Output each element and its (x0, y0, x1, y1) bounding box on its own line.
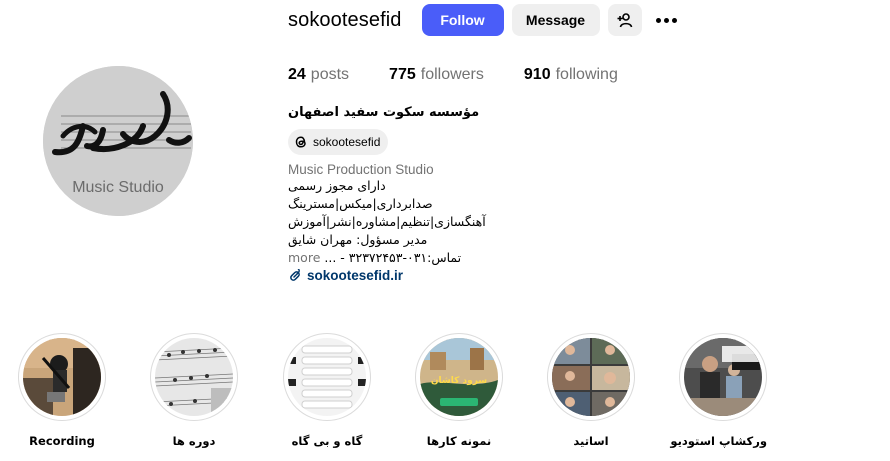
profile-avatar[interactable]: Music Studio (43, 66, 193, 216)
teachers-collage-thumbnail-icon (552, 338, 630, 416)
profile-category: Music Production Studio (288, 162, 434, 177)
album-cover-thumbnail-icon: سرود کاشان (420, 338, 498, 416)
highlight-label: گاه و بی گاه (291, 434, 363, 448)
highlight-ring (18, 333, 106, 421)
more-options-button[interactable] (654, 4, 680, 36)
threads-badge[interactable]: sokootesefid (288, 129, 389, 155)
following-stat[interactable]: 910 following (524, 66, 618, 84)
follow-button[interactable]: Follow (421, 4, 504, 36)
followers-stat[interactable]: 775 followers (389, 66, 484, 84)
following-count: 910 (523, 66, 551, 83)
suggested-users-button[interactable] (607, 4, 642, 36)
profile-username: sokootesefid (288, 8, 402, 31)
posts-stat: 24 posts (288, 66, 349, 84)
album-thumb-title: سرود کاشان (431, 376, 487, 386)
profile-stats: 24 posts 775 followers 910 following (288, 66, 658, 84)
following-label: following (555, 66, 618, 83)
highlight-portfolio[interactable]: سرود کاشان نمونه کارها (415, 333, 503, 448)
external-link[interactable]: sokootesefid.ir (288, 268, 528, 283)
highlight-workshop[interactable]: ورکشاپ استودیو (670, 333, 767, 448)
highlight-occasional[interactable]: گاه و بی گاه (283, 333, 371, 448)
highlight-ring (283, 333, 371, 421)
highlight-ring: سرود کاشان (415, 333, 503, 421)
dot-icon (664, 17, 669, 23)
highlight-ring (547, 333, 635, 421)
highlight-teachers[interactable]: اساتید (547, 333, 635, 448)
bio-line: صدابرداری|میکس|مسترینگ (288, 196, 433, 211)
sheet-music-thumbnail-icon (155, 338, 233, 416)
dot-icon (672, 17, 677, 23)
posts-label: posts (310, 66, 350, 83)
studio-logo-icon: Music Studio (43, 66, 193, 216)
avatar-logo-text: Music Studio (72, 179, 164, 196)
profile-full-name: مؤسسه سکوت سفید اصفهان (288, 105, 480, 120)
highlight-courses[interactable]: دوره ها (150, 333, 238, 448)
highlight-ring (679, 333, 767, 421)
highlight-ring (150, 333, 238, 421)
bio-more-link[interactable]: more (288, 250, 320, 265)
highlight-label: نمونه کارها (426, 434, 492, 448)
bio-line: مدیر مسؤول: مهران شایق (288, 232, 428, 247)
followers-label: followers (420, 66, 484, 83)
external-link-text: sokootesefid.ir (307, 268, 404, 283)
highlight-label: اساتید (573, 434, 609, 448)
highlight-label: ورکشاپ استودیو (670, 434, 767, 448)
bio-line-last: تماس:۰۳۱-۳۲۳۷۲۴۵۳ - ... more (288, 249, 528, 267)
link-icon (290, 268, 300, 281)
followers-count: 775 (389, 66, 416, 83)
bio-line: آهنگسازی|تنظیم|مشاوره|نشر|آموزش (288, 214, 486, 229)
message-button[interactable]: Message (511, 4, 600, 36)
threads-icon (295, 136, 306, 148)
dot-icon (656, 17, 661, 23)
phone-menu-thumbnail-icon (288, 338, 366, 416)
bio-text: دارای مجوز رسمی صدابرداری|میکس|مسترینگ آ… (288, 177, 528, 267)
threads-handle: sokootesefid (313, 135, 381, 149)
bio-line-contact: تماس:۰۳۱-۳۲۳۷۲۴۵۳ - ... (324, 250, 462, 265)
studio-workshop-thumbnail-icon (684, 338, 762, 416)
add-person-icon (617, 13, 632, 28)
profile-bio: مؤسسه سکوت سفید اصفهان sokootesefid Musi… (288, 105, 528, 283)
recording-thumbnail-icon (23, 338, 101, 416)
posts-count: 24 (288, 66, 306, 83)
profile-header: sokootesefid Follow Message (288, 4, 680, 36)
highlight-label: Recording (29, 434, 95, 448)
bio-line: دارای مجوز رسمی (288, 178, 386, 193)
highlight-label: دوره ها (172, 434, 216, 448)
highlight-recording[interactable]: Recording (18, 333, 106, 448)
